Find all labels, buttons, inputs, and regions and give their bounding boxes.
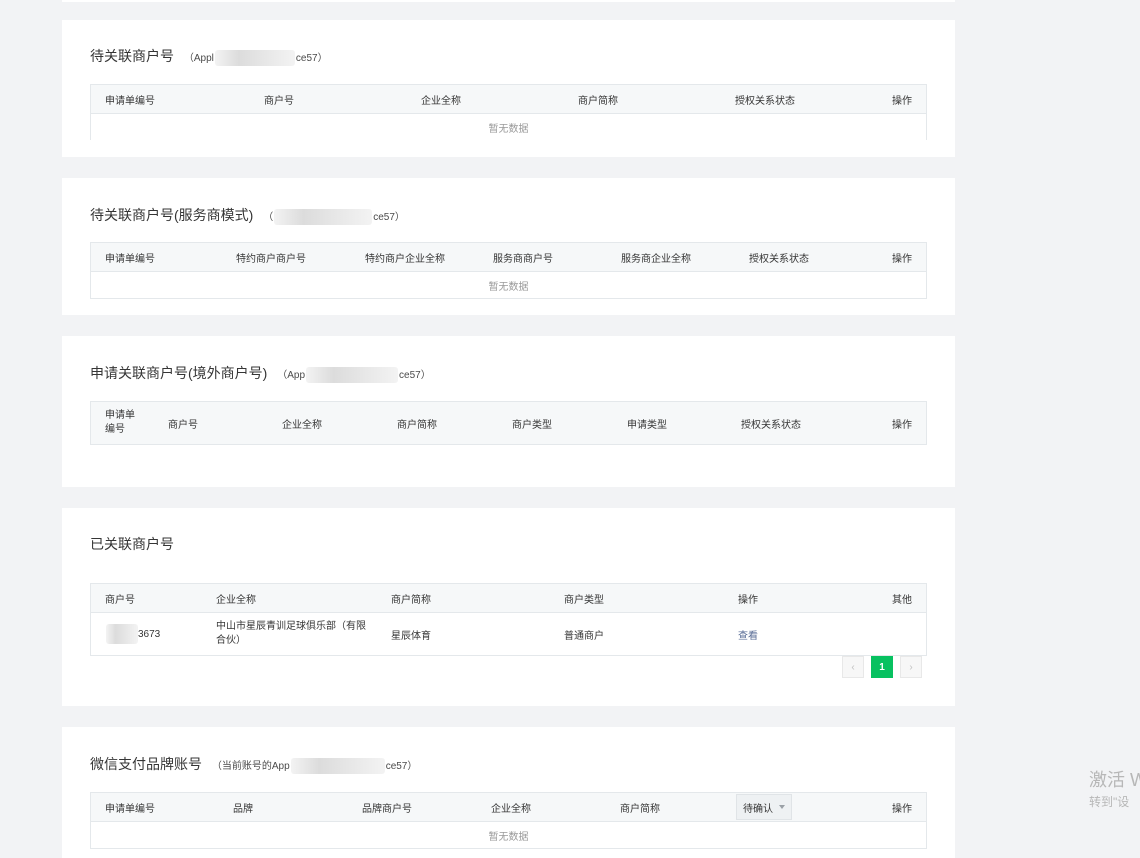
linked-merchant-table: 商户号 企业全称 商户简称 商户类型 操作 其他 3673 中山市星辰青训足球俱… <box>90 583 927 656</box>
redaction-mask <box>290 758 385 775</box>
section-title-text: 待关联商户号 <box>90 48 174 64</box>
col-short-name: 商户简称 <box>620 803 660 815</box>
empty-placeholder: 暂无数据 <box>488 831 529 843</box>
activation-watermark-line1: 激活 W <box>1089 770 1140 790</box>
status-filter-label: 待确认 <box>743 803 773 815</box>
empty-placeholder: 暂无数据 <box>488 281 529 293</box>
status-filter[interactable]: 待确认 <box>736 794 792 820</box>
col-merchant-type: 商户类型 <box>512 419 552 431</box>
prev-page-button[interactable]: ‹ <box>842 656 864 678</box>
redaction-mask <box>306 367 399 384</box>
brand-account-card: 微信支付品牌账号 （当前账号的App ce57） 申请单编号 品牌 品牌商户号 企… <box>62 727 955 858</box>
view-link[interactable]: 查看 <box>738 613 758 655</box>
merchant-no-cell: 3673 <box>105 613 160 655</box>
col-company-name: 企业全称 <box>491 803 531 815</box>
col-short-name: 商户简称 <box>397 419 437 431</box>
col-application-no: 申请单编号 <box>105 253 155 265</box>
col-merchant-no: 商户号 <box>105 594 135 606</box>
table-header: 申请单编号 特约商户商户号 特约商户企业全称 服务商商户号 服务商企业全称 授权… <box>91 243 926 272</box>
brand-account-table: 申请单编号 品牌 品牌商户号 企业全称 商户简称 待确认 操作 暂无数据 <box>90 792 927 849</box>
col-action: 操作 <box>738 594 758 606</box>
redaction-mask <box>274 209 373 226</box>
table-header: 申请单 编号 商户号 企业全称 商户简称 商户类型 申请类型 授权关系状态 操作 <box>91 402 926 444</box>
col-other: 其他 <box>892 594 912 606</box>
col-merchant-type: 商户类型 <box>564 594 604 606</box>
next-page-button[interactable]: › <box>900 656 922 678</box>
col-application-no: 申请单编号 <box>105 95 155 107</box>
col-company-name: 企业全称 <box>282 419 322 431</box>
col-sub-merchant-company: 特约商户企业全称 <box>365 253 445 265</box>
table-header: 申请单编号 商户号 企业全称 商户简称 授权关系状态 操作 <box>91 85 926 114</box>
section-title-text: 微信支付品牌账号 <box>90 756 202 772</box>
col-action: 操作 <box>892 803 912 815</box>
status-filter-dropdown[interactable]: 待确认 <box>736 793 792 821</box>
table-row: 3673 中山市星辰青训足球俱乐部（有限合伙） 星辰体育 普通商户 查看 <box>91 613 926 655</box>
col-provider-merchant-no: 服务商商户号 <box>493 253 553 265</box>
section-title: 已关联商户号 <box>90 534 174 554</box>
pending-service-provider-card: 待关联商户号(服务商模式) （ce57） 申请单编号 特约商户商户号 特约商户企… <box>62 178 955 315</box>
col-action: 操作 <box>892 95 912 107</box>
col-sub-merchant-no: 特约商户商户号 <box>236 253 306 265</box>
col-short-name: 商户简称 <box>391 594 431 606</box>
col-application-no: 申请单 编号 <box>105 410 135 435</box>
appid-label: （当前账号的App ce57） <box>212 758 417 775</box>
col-apply-type: 申请类型 <box>627 419 667 431</box>
section-title: 申请关联商户号(境外商户号) （App ce57） <box>90 363 431 384</box>
service-provider-table: 申请单编号 特约商户商户号 特约商户企业全称 服务商商户号 服务商企业全称 授权… <box>90 242 927 299</box>
overseas-merchant-table: 申请单 编号 商户号 企业全称 商户简称 商户类型 申请类型 授权关系状态 操作 <box>90 401 927 445</box>
col-merchant-no: 商户号 <box>168 419 198 431</box>
col-merchant-no: 商户号 <box>264 95 294 107</box>
col-action: 操作 <box>892 253 912 265</box>
section-title-text: 待关联商户号(服务商模式) <box>90 207 254 223</box>
appid-label: （App ce57） <box>277 367 431 384</box>
col-auth-status: 授权关系状态 <box>741 419 801 431</box>
redaction-mask <box>214 50 295 67</box>
pending-merchant-card: 待关联商户号 （Appl ce57） 申请单编号 商户号 企业全称 商户简称 授权… <box>62 20 955 157</box>
col-application-no: 申请单编号 <box>105 803 155 815</box>
empty-placeholder: 暂无数据 <box>488 123 529 135</box>
previous-card-edge <box>62 0 955 2</box>
table-header: 商户号 企业全称 商户简称 商户类型 操作 其他 <box>91 584 926 613</box>
col-company-name: 企业全称 <box>421 95 461 107</box>
activation-watermark-line2: 转到"设 <box>1089 795 1130 809</box>
section-title: 待关联商户号 （Appl ce57） <box>90 46 328 67</box>
pending-merchant-table: 申请单编号 商户号 企业全称 商户简称 授权关系状态 操作 暂无数据 <box>90 84 927 140</box>
appid-label: （Appl ce57） <box>184 50 328 67</box>
linked-merchant-card: 已关联商户号 商户号 企业全称 商户简称 商户类型 操作 其他 3673 中山市… <box>62 508 955 706</box>
table-header: 申请单编号 品牌 品牌商户号 企业全称 商户简称 待确认 操作 <box>91 793 926 822</box>
section-title-text: 已关联商户号 <box>90 536 174 552</box>
col-company-name: 企业全称 <box>216 594 256 606</box>
col-action: 操作 <box>892 419 912 431</box>
col-auth-status: 授权关系状态 <box>749 253 809 265</box>
col-short-name: 商户简称 <box>578 95 618 107</box>
section-title: 待关联商户号(服务商模式) （ce57） <box>90 205 405 226</box>
chevron-down-icon <box>779 805 785 809</box>
overseas-merchant-card: 申请关联商户号(境外商户号) （App ce57） 申请单 编号 商户号 企业全称… <box>62 336 955 487</box>
col-brand: 品牌 <box>233 803 253 815</box>
section-title: 微信支付品牌账号 （当前账号的App ce57） <box>90 754 417 775</box>
redaction-mask <box>106 624 138 644</box>
page-1-button[interactable]: 1 <box>871 656 893 678</box>
col-brand-merchant-no: 品牌商户号 <box>362 803 412 815</box>
pagination: ‹ 1 › <box>842 656 922 678</box>
col-auth-status: 授权关系状态 <box>735 95 795 107</box>
section-title-text: 申请关联商户号(境外商户号) <box>90 365 268 381</box>
short-name-cell: 星辰体育 <box>391 630 431 642</box>
col-provider-company: 服务商企业全称 <box>621 253 691 265</box>
merchant-type-cell: 普通商户 <box>564 630 604 642</box>
company-cell: 中山市星辰青训足球俱乐部（有限合伙） <box>216 621 366 646</box>
appid-label: （ce57） <box>263 209 405 226</box>
